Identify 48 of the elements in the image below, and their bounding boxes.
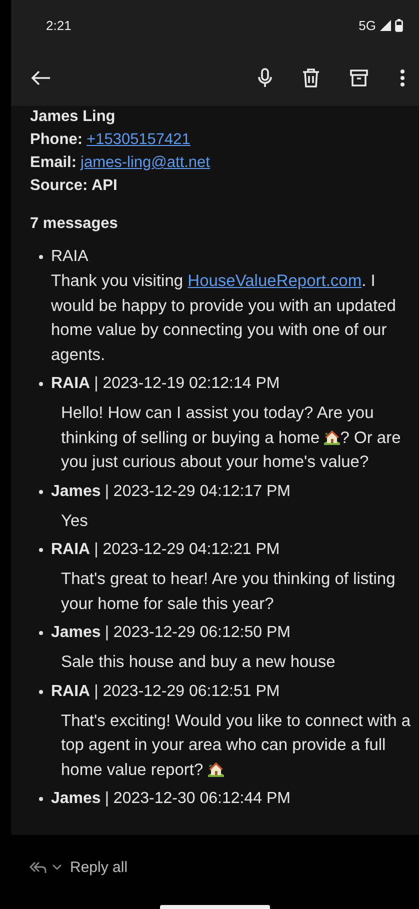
phone-label: Phone: bbox=[30, 131, 83, 149]
bullet-dot bbox=[39, 548, 43, 552]
sender-name: RAIA bbox=[51, 374, 90, 394]
house-icon bbox=[208, 760, 224, 776]
sender-name: RAIA bbox=[51, 682, 90, 702]
message-count: 7 messages bbox=[30, 215, 119, 233]
sender-name: James bbox=[51, 623, 101, 643]
house-icon bbox=[324, 428, 340, 444]
bullet-dot bbox=[39, 490, 43, 494]
sender-name: RAIA bbox=[51, 540, 90, 560]
battery-icon bbox=[395, 18, 403, 32]
bullet-dot bbox=[39, 631, 43, 635]
email-label: Email: bbox=[30, 154, 77, 172]
trash-icon bbox=[302, 68, 320, 88]
caret-icon bbox=[52, 864, 62, 870]
signal-icon bbox=[380, 20, 391, 30]
bullet-dot bbox=[39, 797, 43, 801]
reply-all-icon bbox=[29, 860, 47, 874]
back-arrow-icon bbox=[31, 70, 51, 86]
archive-icon bbox=[350, 69, 368, 87]
sender-name: RAIA bbox=[51, 247, 88, 267]
message-text: Thank you visiting HouseValueReport.com. I would be happy to provide you with an updated home value by connecting you with one of our agents. bbox=[51, 271, 397, 366]
message-text: Yes bbox=[61, 510, 89, 532]
clock-time: 2:21 bbox=[46, 18, 72, 32]
message-text: That's exciting! Would you like to connect with a top agent in your area who can provide a full home value report? bbox=[61, 710, 412, 780]
microphone-icon bbox=[258, 68, 272, 88]
message-timestamp: | 2023-12-29 04:12:21 PM bbox=[94, 540, 280, 560]
message-timestamp: | 2023-12-30 06:12:44 PM bbox=[104, 789, 290, 809]
bullet-dot bbox=[39, 255, 43, 259]
message-text: Sale this house and buy a new house bbox=[61, 652, 336, 673]
message-text: That's great to hear! Are you thinking of listing your home for sale this year? bbox=[61, 569, 396, 614]
message-timestamp: | 2023-12-29 06:12:51 PM bbox=[94, 682, 280, 702]
message-timestamp: | 2023-12-29 06:12:50 PM bbox=[104, 623, 290, 643]
more-icon bbox=[400, 69, 405, 87]
sender-name: James bbox=[51, 789, 101, 809]
phone-link[interactable]: +15305157421 bbox=[86, 131, 190, 149]
message-timestamp: | 2023-12-19 02:12:14 PM bbox=[94, 374, 280, 394]
source-text: Source: API bbox=[30, 177, 118, 195]
reply-all-label[interactable]: Reply all bbox=[70, 858, 128, 876]
bullet-dot bbox=[39, 690, 43, 694]
network-type: 5G bbox=[358, 18, 376, 32]
email-link[interactable]: james-ling@att.net bbox=[80, 154, 210, 172]
message-timestamp: | 2023-12-29 04:12:17 PM bbox=[104, 482, 290, 502]
sender-name: James bbox=[51, 482, 101, 502]
message-text: Hello! How can I assist you today? Are you thinking of selling or buying a home ? Or are you just curious about your home's value? bbox=[61, 403, 402, 473]
website-link[interactable]: HouseValueReport.com bbox=[188, 272, 362, 290]
contact-name: James Ling bbox=[30, 108, 116, 126]
bullet-dot bbox=[39, 382, 43, 386]
